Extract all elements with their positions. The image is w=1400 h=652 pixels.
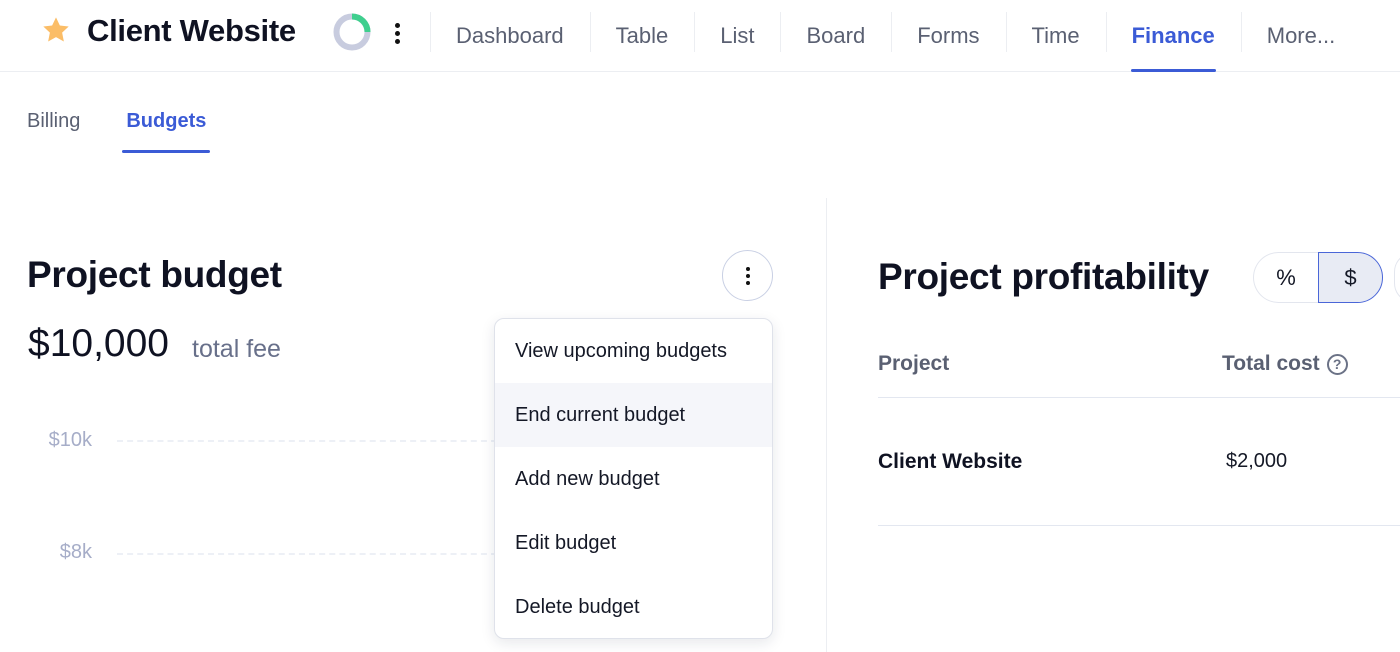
help-icon[interactable]: ? xyxy=(1326,353,1348,375)
column-header-project: Project xyxy=(878,352,950,375)
nav-tab-board[interactable]: Board xyxy=(780,0,891,72)
nav-tab-forms[interactable]: Forms xyxy=(891,0,1005,72)
kebab-dot xyxy=(394,38,400,44)
kebab-dot xyxy=(394,22,400,28)
menu-item-edit-budget[interactable]: Edit budget xyxy=(495,511,772,575)
unit-toggle: % $ xyxy=(1253,252,1383,303)
project-budget-title: Project budget xyxy=(27,254,282,295)
budget-options-menu: View upcoming budgets End current budget… xyxy=(494,318,773,639)
menu-item-view-upcoming-budgets[interactable]: View upcoming budgets xyxy=(495,319,772,383)
gridline xyxy=(117,553,497,555)
column-header-total-cost-label: Total cost xyxy=(1222,352,1320,375)
y-tick-label: $10k xyxy=(48,429,92,451)
kebab-dot xyxy=(745,266,750,271)
kebab-dot xyxy=(394,30,400,36)
nav-tab-list[interactable]: List xyxy=(694,0,780,72)
project-title: Client Website xyxy=(87,13,296,48)
menu-item-add-new-budget[interactable]: Add new budget xyxy=(495,447,772,511)
star-icon[interactable] xyxy=(40,14,72,46)
panel-divider xyxy=(826,198,827,652)
progress-ring-icon[interactable] xyxy=(332,12,372,52)
nav-tab-more[interactable]: More... xyxy=(1240,0,1361,72)
y-tick-label: $8k xyxy=(59,541,92,563)
menu-item-delete-budget[interactable]: Delete budget xyxy=(495,575,772,638)
project-nav: Dashboard Table List Board Forms Time Fi… xyxy=(430,0,1361,72)
table-cell-total-cost: $2,000 xyxy=(1226,450,1288,472)
toggle-extra-button[interactable] xyxy=(1394,252,1400,303)
nav-tab-table[interactable]: Table xyxy=(589,0,695,72)
kebab-dot xyxy=(745,280,750,285)
gridline xyxy=(117,440,497,442)
budget-amount-caption: total fee xyxy=(192,335,281,363)
column-header-total-cost: Total cost ? xyxy=(1222,352,1348,376)
nav-tab-dashboard[interactable]: Dashboard xyxy=(430,0,590,72)
nav-tab-time[interactable]: Time xyxy=(1005,0,1106,72)
table-cell-project[interactable]: Client Website xyxy=(878,450,1022,474)
toggle-percent-button[interactable]: % xyxy=(1253,252,1318,303)
menu-item-end-current-budget[interactable]: End current budget xyxy=(495,383,772,447)
nav-tab-finance[interactable]: Finance xyxy=(1105,0,1241,72)
subtab-budgets[interactable]: Budgets xyxy=(122,110,211,153)
finance-subtabs: Billing Budgets xyxy=(27,110,211,153)
project-header: Client Website Dashboard Table List Boar… xyxy=(0,0,1400,72)
table-divider xyxy=(878,397,1400,398)
kebab-dot xyxy=(745,273,750,278)
project-profitability-title: Project profitability xyxy=(878,256,1209,297)
subtab-billing[interactable]: Billing xyxy=(27,110,80,153)
toggle-dollar-button[interactable]: $ xyxy=(1318,252,1383,303)
table-divider xyxy=(878,525,1400,526)
budget-options-button[interactable] xyxy=(722,250,773,301)
project-options-button[interactable] xyxy=(386,18,408,48)
budget-amount: $10,000 xyxy=(28,322,169,365)
